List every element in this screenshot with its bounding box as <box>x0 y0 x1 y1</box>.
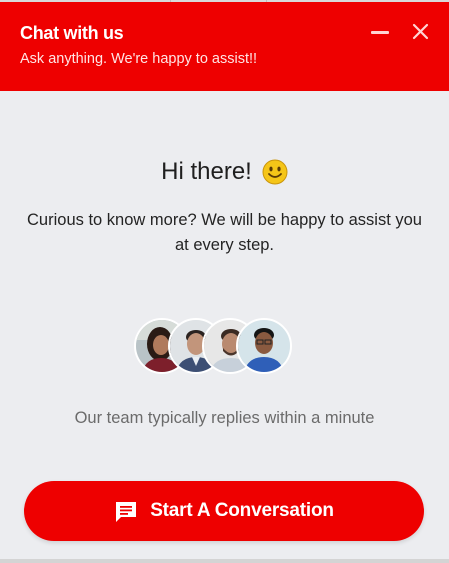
close-button[interactable] <box>408 19 434 45</box>
greeting-text: Hi there! <box>161 158 252 185</box>
minimize-icon <box>371 31 389 34</box>
smiley-emoji-icon <box>262 159 288 185</box>
bottom-divider <box>0 559 449 563</box>
intro-text: Curious to know more? We will be happy t… <box>27 211 422 254</box>
start-conversation-label: Start A Conversation <box>150 500 334 521</box>
agent-avatar-4 <box>236 318 292 374</box>
chat-message-icon <box>116 502 137 522</box>
reply-time-note: Our team typically replies within a minu… <box>74 409 375 427</box>
header-subtitle: Ask anything. We're happy to assist!! <box>20 51 258 67</box>
minimize-button[interactable] <box>366 20 392 44</box>
team-avatars <box>134 318 294 374</box>
greeting-row: Hi there! <box>0 158 449 186</box>
header-title: Chat with us <box>20 23 124 43</box>
chat-widget: Chat with us Ask anything. We're happy t… <box>0 0 449 563</box>
chat-header: Chat with us Ask anything. We're happy t… <box>0 2 449 91</box>
close-icon <box>412 23 429 40</box>
start-conversation-button[interactable]: Start A Conversation <box>24 481 424 541</box>
